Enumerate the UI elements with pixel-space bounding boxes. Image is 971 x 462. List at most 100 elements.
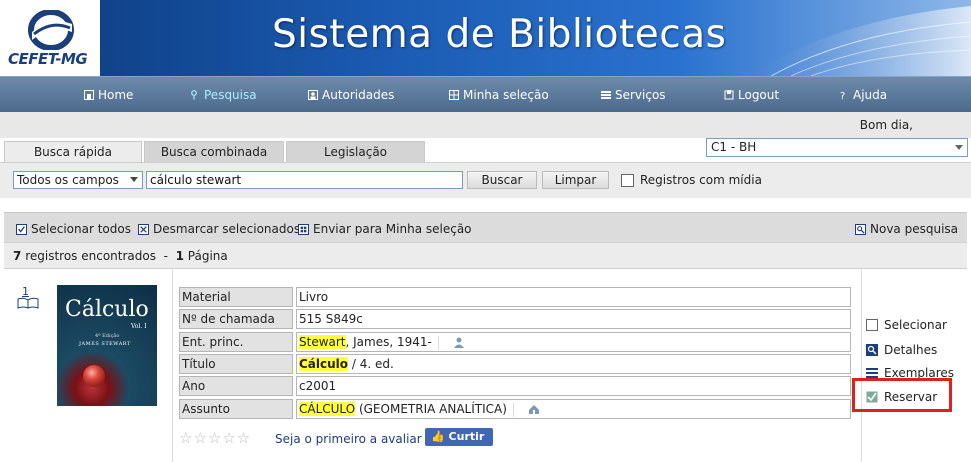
main-nav: Home Pesquisa Autoridades Minha seleção … [0, 76, 971, 112]
like-button[interactable]: 👍 Curtir 0 [425, 428, 493, 461]
results-pages-number: 1 [175, 249, 184, 263]
result-record: 1 Cálculo Vol. I 4ª Edição JAMES STEWART… [4, 268, 967, 462]
select-all-label: Selecionar todos [31, 222, 131, 236]
nav-minha-selecao-label: Minha seleção [463, 88, 549, 102]
field-value: c2001 [296, 376, 851, 396]
cover-volume: Vol. I [131, 323, 147, 330]
search-input[interactable] [146, 171, 463, 189]
greeting-text: Bom dia, [859, 118, 913, 132]
new-search-button[interactable]: Nova pesquisa [855, 222, 958, 236]
rating-text[interactable]: Seja o primeiro a avaliar [275, 432, 422, 446]
nav-home-label: Home [98, 88, 134, 102]
media-checkbox[interactable] [621, 174, 634, 187]
author-link[interactable]: Stewart [299, 335, 346, 349]
reserve-highlight-box [852, 378, 952, 412]
search-field-select[interactable]: Todos os campos [13, 171, 143, 189]
field-value: CÁLCULO (GEOMETRIA ANALÍTICA) [296, 399, 851, 419]
logo[interactable]: CEFET-MG [0, 0, 100, 76]
select-record-checkbox[interactable]: Selecionar [866, 318, 947, 332]
nav-minha-selecao[interactable]: Minha seleção [449, 88, 549, 102]
header-banner: CEFET-MG Sistema de Bibliotecas [0, 0, 971, 76]
results-count-label: registros encontrados [25, 249, 156, 263]
branch-select[interactable]: C1 - BH [706, 138, 968, 157]
send-to-selection-label: Enviar para Minha seleção [313, 222, 472, 236]
book-cover[interactable]: Cálculo Vol. I 4ª Edição JAMES STEWART [57, 285, 157, 406]
field-row-author: Ent. princ. Stewart, James, 1941- [179, 332, 851, 352]
search-field-value: Todos os campos [17, 173, 119, 187]
field-row-subject: Assunto CÁLCULO (GEOMETRIA ANALÍTICA) [179, 399, 851, 419]
branch-select-value: C1 - BH [711, 140, 757, 154]
cover-edition: 4ª Edição [95, 333, 120, 339]
person-icon[interactable] [453, 337, 465, 348]
rating-stars[interactable]: ☆☆☆☆☆ [179, 429, 251, 447]
new-search-label: Nova pesquisa [870, 222, 959, 236]
clear-button[interactable]: Limpar [542, 171, 609, 189]
person-card-icon [308, 90, 318, 100]
deselect-button[interactable]: Desmarcar selecionados [138, 222, 300, 236]
logo-swoosh-icon [28, 10, 74, 50]
tab-legislacao[interactable]: Legislação [286, 141, 425, 162]
nav-pesquisa[interactable]: Pesquisa [190, 88, 257, 102]
details-label: Detalhes [884, 343, 938, 357]
field-label: Nº de chamada [179, 309, 293, 329]
results-count-number: 7 [13, 249, 22, 263]
deselect-label: Desmarcar selecionados [153, 222, 301, 236]
nav-servicos[interactable]: Serviços [601, 88, 666, 102]
field-label: Ano [179, 376, 293, 396]
record-actions: Selecionar Detalhes Exemplares Reservar [862, 269, 967, 462]
send-to-selection-button[interactable]: Enviar para Minha seleção [298, 222, 472, 236]
nav-ajuda-label: Ajuda [853, 88, 888, 102]
results-count-bar: 7 registros encontrados - 1 Página [4, 242, 967, 268]
cover-author: JAMES STEWART [79, 341, 131, 347]
grid-icon [449, 90, 459, 100]
tab-busca-rapida[interactable]: Busca rápida [4, 141, 142, 162]
separator [512, 402, 514, 417]
field-row-material: Material Livro [179, 287, 851, 307]
search-button[interactable]: Buscar [467, 171, 537, 189]
subject-link[interactable]: CÁLCULO [299, 402, 356, 416]
magnifier-icon [866, 344, 878, 356]
logo-text: CEFET-MG [8, 50, 88, 68]
record-details: Material Livro Nº de chamada 515 S849c E… [172, 269, 862, 462]
checkbox-icon [866, 319, 878, 331]
separator [437, 335, 439, 350]
results-count: 7 registros encontrados - 1 Página [13, 249, 228, 263]
nav-logout[interactable]: Logout [724, 88, 779, 102]
cover-title: Cálculo [65, 297, 149, 322]
nav-autoridades[interactable]: Autoridades [308, 88, 394, 102]
thumbs-up-icon: 👍 [431, 430, 445, 443]
select-all-button[interactable]: Selecionar todos [16, 222, 131, 236]
field-label: Título [179, 354, 293, 374]
home-icon [84, 90, 94, 100]
help-icon: ? [840, 91, 845, 100]
results-pages-label: Página [187, 249, 228, 263]
field-value: Cálculo / 4. ed. [296, 354, 851, 374]
author-rest: , James, 1941- [345, 335, 432, 349]
tab-busca-combinada[interactable]: Busca combinada [144, 141, 284, 162]
nav-home[interactable]: Home [84, 88, 133, 102]
field-value: Stewart, James, 1941- [296, 332, 851, 352]
book-icon [17, 297, 39, 309]
results-toolbar: Selecionar todos Desmarcar selecionados … [4, 212, 967, 242]
title-highlight: Cálculo [299, 357, 349, 371]
checkbox-checked-icon [16, 223, 27, 235]
details-button[interactable]: Detalhes [866, 343, 937, 357]
nav-ajuda[interactable]: ? Ajuda [839, 88, 887, 102]
search-icon [191, 90, 197, 100]
results-count-separator: - [163, 249, 168, 263]
nav-autoridades-label: Autoridades [322, 88, 395, 102]
field-label: Ent. princ. [179, 332, 293, 352]
svg-text:?: ? [840, 91, 845, 100]
home-icon[interactable] [528, 404, 540, 415]
field-row-call-number: Nº de chamada 515 S849c [179, 309, 851, 329]
grid-icon [298, 223, 309, 235]
media-label: Registros com mídia [640, 173, 762, 187]
field-value: 515 S849c [296, 309, 851, 329]
chevron-down-icon [955, 145, 963, 150]
field-label: Assunto [179, 399, 293, 419]
open-book-art-icon [751, 6, 971, 76]
nav-logout-label: Logout [738, 88, 780, 102]
spacer [0, 198, 971, 212]
checkbox-cross-icon [138, 223, 149, 235]
site-title: Sistema de Bibliotecas [272, 12, 727, 57]
